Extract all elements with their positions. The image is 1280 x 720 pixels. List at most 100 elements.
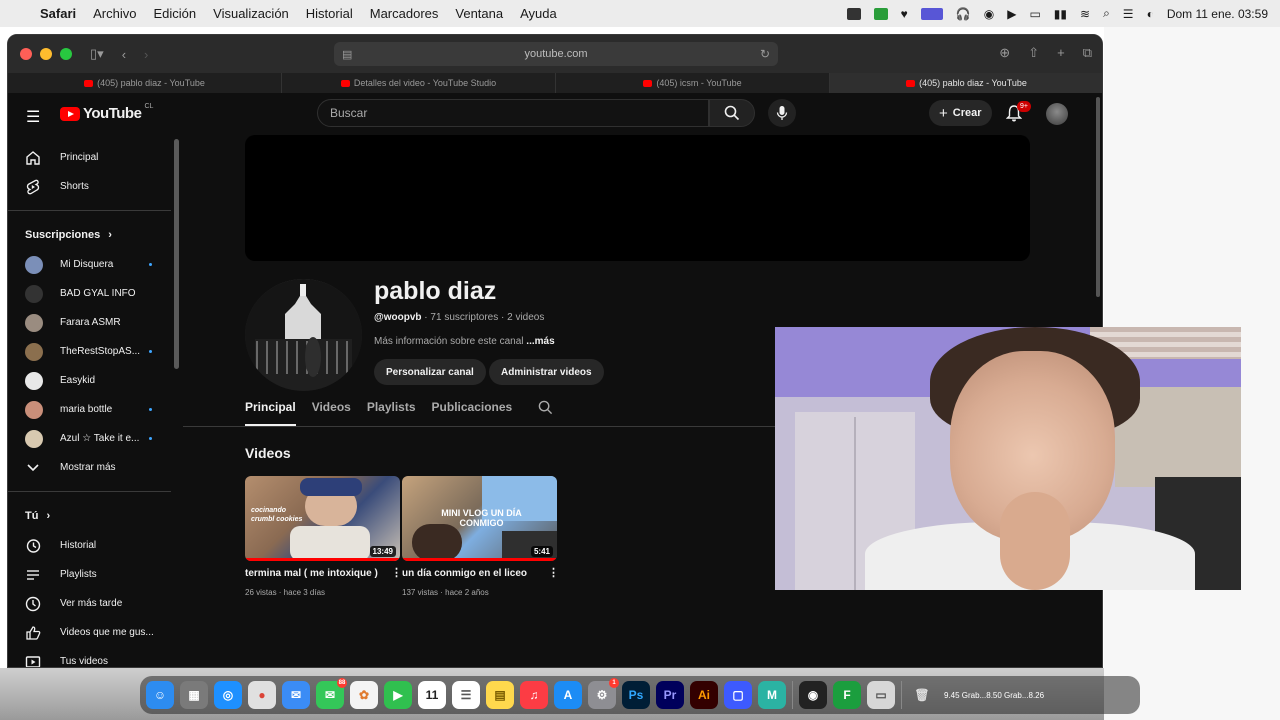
channel-description[interactable]: Más información sobre este canal ...más <box>374 336 555 347</box>
tab-overview-icon[interactable]: ⧉ <box>1083 45 1092 61</box>
sidebar-item-your-videos[interactable]: Tus videos <box>8 647 180 667</box>
sidebar-item-shorts[interactable]: Shorts <box>8 172 180 201</box>
reload-icon[interactable]: ↻ <box>760 47 770 61</box>
channel-avatar-large[interactable] <box>245 279 362 391</box>
menu-historial[interactable]: Historial <box>306 6 353 21</box>
browser-tab[interactable]: Detalles del video - YouTube Studio <box>282 73 556 93</box>
close-window-button[interactable] <box>20 48 32 60</box>
tab-principal[interactable]: Principal <box>245 400 296 426</box>
sidebar-item-playlists[interactable]: Playlists <box>8 560 180 589</box>
video-card[interactable]: MINI VLOG UN DÍA CONMIGO 5:41 un día con… <box>402 476 559 597</box>
dock-app-system-settings[interactable]: ⚙ 1 <box>588 678 619 709</box>
channel-search-icon[interactable] <box>538 400 553 415</box>
channel-more-link[interactable]: ...más <box>526 336 554 347</box>
dock-app-premiere[interactable]: Pr <box>656 681 684 709</box>
dock-app-facetime[interactable]: ▶ <box>384 681 412 709</box>
dock-app-safari[interactable]: ◎ <box>214 681 242 709</box>
video-options-icon[interactable]: ⋮ <box>391 566 402 579</box>
menu-visualizacion[interactable]: Visualización <box>213 6 289 21</box>
dock-app-notes[interactable]: ▤ <box>486 681 514 709</box>
menu-app-name[interactable]: Safari <box>40 6 76 21</box>
video-card[interactable]: cocinando crumbl cookies 13:49 termina m… <box>245 476 402 597</box>
dock-app-trash[interactable]: 🗑 <box>908 681 936 709</box>
tab-publicaciones[interactable]: Publicaciones <box>432 400 513 426</box>
dock-app-mapp[interactable]: M <box>758 681 786 709</box>
back-arrow-icon[interactable]: ‹ <box>122 47 126 62</box>
sidebar-item-liked-videos[interactable]: Videos que me gus... <box>8 618 180 647</box>
menu-ayuda[interactable]: Ayuda <box>520 6 557 21</box>
youtube-logo[interactable]: YouTube CL <box>60 103 153 122</box>
siri-icon[interactable]: ◐ <box>1147 7 1154 21</box>
dock-app-music[interactable]: ♫ <box>520 681 548 709</box>
sidebar-toggle-icon[interactable]: ▯▾ <box>90 46 104 62</box>
menu-marcadores[interactable]: Marcadores <box>370 6 439 21</box>
new-tab-icon[interactable]: + <box>1057 45 1065 61</box>
video-options-icon[interactable]: ⋮ <box>548 566 559 579</box>
downloads-icon[interactable]: ⊕ <box>999 45 1010 61</box>
video-title[interactable]: termina mal ( me intoxique ) <box>245 568 400 579</box>
status-icon[interactable] <box>846 7 861 20</box>
dock-app-photoshop[interactable]: Ps <box>622 681 650 709</box>
sidebar-subscription[interactable]: Farara ASMR <box>8 308 180 337</box>
search-box[interactable] <box>317 99 709 127</box>
search-button[interactable] <box>709 99 755 127</box>
url-text[interactable]: youtube.com <box>525 48 588 60</box>
search-input[interactable] <box>330 106 690 120</box>
sidebar-item-principal[interactable]: Principal <box>8 143 180 172</box>
sidebar-subscription[interactable]: TheRestStopAS... <box>8 337 180 366</box>
menubar-clock[interactable]: Dom 11 ene. 03:59 <box>1167 7 1268 21</box>
zoom-window-button[interactable] <box>60 48 72 60</box>
status-icon[interactable] <box>873 7 888 20</box>
share-icon[interactable]: ⇧ <box>1028 45 1039 61</box>
dock-app-calendar[interactable]: 11 <box>418 681 446 709</box>
dock-app-photos[interactable]: ✿ <box>350 681 378 709</box>
dock-app-illustrator[interactable]: Ai <box>690 681 718 709</box>
dock-app-launchpad[interactable]: ▦ <box>180 681 208 709</box>
dock-app-chrome[interactable]: ● <box>248 681 276 709</box>
spotlight-icon[interactable]: ⌕ <box>1103 6 1110 21</box>
menu-edicion[interactable]: Edición <box>154 6 197 21</box>
video-thumbnail[interactable]: cocinando crumbl cookies 13:49 <box>245 476 400 561</box>
display-icon[interactable]: ▭ <box>1029 7 1040 21</box>
menu-ventana[interactable]: Ventana <box>455 6 503 21</box>
manage-videos-button[interactable]: Administrar videos <box>489 359 604 385</box>
dock-app-reminders[interactable]: ☰ <box>452 681 480 709</box>
menu-archivo[interactable]: Archivo <box>93 6 136 21</box>
control-center-icon[interactable]: ☰ <box>1123 7 1134 21</box>
dock-app-mail[interactable]: ✉ <box>282 681 310 709</box>
account-avatar[interactable] <box>1046 103 1068 125</box>
customize-channel-button[interactable]: Personalizar canal <box>374 359 486 385</box>
sidebar-subscription[interactable]: Easykid <box>8 366 180 395</box>
dock-app-preview[interactable]: ▭ <box>867 681 895 709</box>
forward-arrow-icon[interactable]: › <box>144 47 148 62</box>
voice-search-button[interactable] <box>768 99 796 127</box>
minimize-window-button[interactable] <box>40 48 52 60</box>
battery-icon[interactable]: ▮▮ <box>1054 7 1067 21</box>
headphones-icon[interactable]: 🎧 <box>956 7 971 21</box>
sidebar-scrollbar[interactable] <box>174 139 179 369</box>
dock-app-f[interactable]: F <box>833 681 861 709</box>
dock-app-messages[interactable]: ✉ 88 <box>316 678 347 709</box>
sidebar-item-watch-later[interactable]: Ver más tarde <box>8 589 180 618</box>
video-title[interactable]: un día conmigo en el liceo <box>402 568 557 579</box>
dock-app-obs[interactable]: ◉ <box>799 681 827 709</box>
sidebar-subscription[interactable]: Mi Disquera <box>8 250 180 279</box>
browser-tab[interactable]: (405) icsm - YouTube <box>556 73 830 93</box>
browser-tab-active[interactable]: (405) pablo diaz - YouTube <box>830 73 1102 93</box>
dock-app-notchnook[interactable]: ▢ <box>724 681 752 709</box>
tab-videos[interactable]: Videos <box>312 400 351 426</box>
screen-share-icon[interactable] <box>920 7 943 20</box>
dock-app-finder[interactable]: ☺ <box>146 681 174 709</box>
page-scrollbar[interactable] <box>1096 97 1100 297</box>
record-icon[interactable]: ◉ <box>984 7 994 21</box>
hamburger-menu-icon[interactable]: ☰ <box>26 107 40 127</box>
heart-icon[interactable]: ♥ <box>901 7 908 21</box>
sidebar-subscription[interactable]: BAD GYAL INFO <box>8 279 180 308</box>
video-thumbnail[interactable]: MINI VLOG UN DÍA CONMIGO 5:41 <box>402 476 557 561</box>
play-icon[interactable]: ▶ <box>1007 7 1016 21</box>
dock-app-app-store[interactable]: A <box>554 681 582 709</box>
sidebar-item-historial[interactable]: Historial <box>8 531 180 560</box>
wifi-icon[interactable]: ≋ <box>1080 7 1090 21</box>
sidebar-subscription[interactable]: Azul ☆ Take it e... <box>8 424 180 453</box>
show-more-button[interactable]: Mostrar más <box>8 453 180 482</box>
